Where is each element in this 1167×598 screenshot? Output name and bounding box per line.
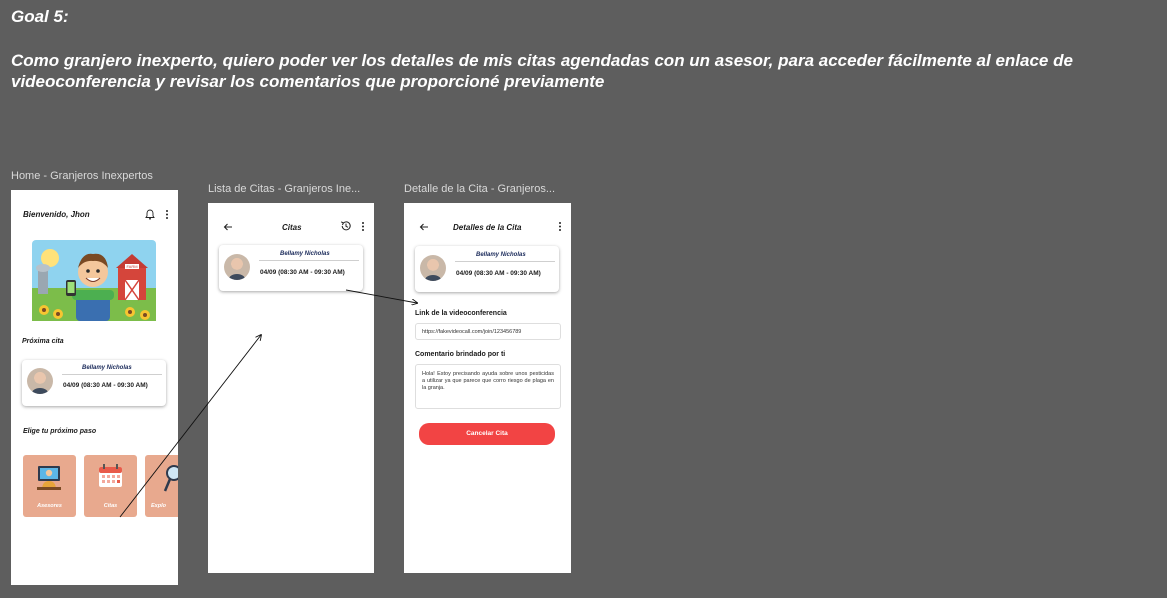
card-divider [259, 260, 359, 261]
next-appointment-label: Próxima cita [22, 338, 64, 345]
magnifier-icon [163, 465, 178, 492]
frame-home: Bienvenido, Jhon FARM Próxima cita Bella… [11, 190, 178, 585]
card-divider [62, 374, 162, 375]
video-link-field[interactable]: https://fakevideocall.com/join/123456789 [415, 323, 561, 340]
tile-asesores[interactable]: Asesores [23, 455, 76, 517]
tile-label-citas: Citas [103, 503, 118, 509]
next-step-label: Elige tu próximo paso [23, 428, 97, 435]
frame-label-list: Lista de Citas - Granjeros Ine... [208, 183, 361, 195]
advisor-name: Bellamy Nicholas [82, 365, 132, 371]
farmer-banner-image: FARM [32, 240, 156, 321]
list-title: Citas [282, 223, 302, 232]
appointment-card: Bellamy Nicholas 04/09 (08:30 AM - 09:30… [415, 246, 559, 292]
goal-description: Como granjero inexperto, quiero poder ve… [11, 51, 1073, 91]
greeting-text: Bienvenido, Jhon [23, 210, 90, 219]
advisor-avatar [224, 254, 250, 280]
frame-appointment-detail: Detalles de la Cita Bellamy Nicholas 04/… [404, 203, 571, 573]
card-divider [455, 261, 555, 262]
back-arrow-icon[interactable] [223, 223, 233, 231]
advisor-avatar [27, 368, 53, 394]
appointment-card[interactable]: Bellamy Nicholas 04/09 (08:30 AM - 09:30… [22, 360, 166, 406]
cancel-appointment-button[interactable]: Cancelar Cita [419, 423, 555, 445]
tile-label-asesores: Asesores [37, 503, 62, 509]
appointment-time: 04/09 (08:30 AM - 09:30 AM) [456, 270, 541, 277]
detail-title: Detalles de la Cita [453, 223, 522, 232]
more-vertical-icon[interactable] [165, 209, 169, 220]
appointment-time: 04/09 (08:30 AM - 09:30 AM) [63, 382, 148, 389]
advisor-icon [37, 466, 61, 490]
tile-label-explorar: Explo [151, 503, 166, 509]
more-vertical-icon[interactable] [361, 221, 365, 232]
back-arrow-icon[interactable] [419, 223, 429, 231]
appointment-time: 04/09 (08:30 AM - 09:30 AM) [260, 269, 345, 276]
barn-sign: FARM [126, 264, 137, 269]
goal-title: Goal 5: [11, 7, 69, 26]
advisor-name: Bellamy Nicholas [280, 251, 330, 257]
video-link-label: Link de la videoconferencia [415, 310, 507, 317]
bell-icon[interactable] [145, 209, 155, 220]
calendar-icon [99, 464, 122, 487]
history-icon[interactable] [340, 220, 352, 232]
appointment-card[interactable]: Bellamy Nicholas 04/09 (08:30 AM - 09:30… [219, 245, 363, 291]
tile-citas[interactable]: Citas [84, 455, 137, 517]
tile-explorar[interactable]: Explo [145, 455, 178, 517]
frame-appointment-list: Citas Bellamy Nicholas 04/09 (08:30 AM -… [208, 203, 374, 573]
comment-label: Comentario brindado por ti [415, 351, 506, 358]
frame-label-detail: Detalle de la Cita - Granjeros... [404, 183, 556, 195]
advisor-avatar [420, 255, 446, 281]
more-vertical-icon[interactable] [558, 221, 562, 232]
comment-field[interactable]: Hola! Estoy precisando ayuda sobre unos … [415, 364, 561, 409]
advisor-name: Bellamy Nicholas [476, 252, 526, 258]
frame-label-home: Home - Granjeros Inexpertos [11, 170, 153, 182]
